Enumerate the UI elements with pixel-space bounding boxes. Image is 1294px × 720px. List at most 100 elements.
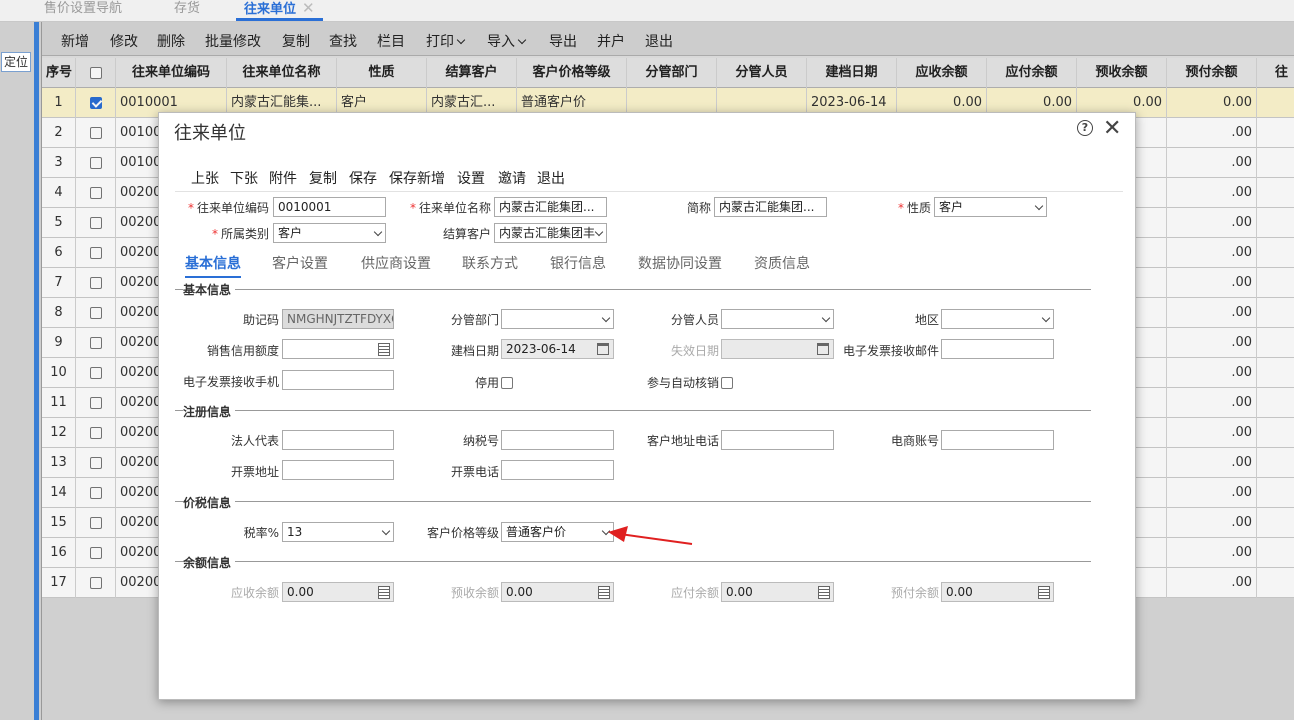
pre-receive-field[interactable]: 0.00 — [501, 582, 614, 602]
short-name-label: 简称 — [686, 201, 711, 215]
chevron-down-icon — [594, 227, 604, 237]
tab-contact[interactable]: 联系方式 — [462, 253, 518, 273]
toolbar-copy-button[interactable]: 复制 — [282, 31, 310, 51]
disabled-checkbox[interactable] — [501, 377, 513, 389]
dept-label: 分管部门 — [450, 313, 499, 327]
required-mark: * — [409, 201, 416, 215]
tab-price-setting-nav[interactable]: 售价设置导航 — [44, 0, 122, 21]
dialog-exit-button[interactable]: 退出 — [537, 168, 565, 188]
category-select[interactable]: 客户 — [273, 223, 386, 243]
legal-rep-field[interactable] — [282, 430, 394, 450]
calculator-icon[interactable] — [378, 343, 390, 356]
toolbar-print-button[interactable]: 打印 — [426, 31, 466, 51]
toolbar-import-button[interactable]: 导入 — [487, 31, 527, 51]
invoice-phone-field[interactable] — [501, 460, 614, 480]
splitter-bar[interactable] — [34, 22, 39, 720]
settle-customer-label: 结算客户 — [442, 227, 491, 241]
ar-balance-field[interactable]: 0.00 — [282, 582, 394, 602]
nature-select[interactable]: 客户 — [934, 197, 1047, 217]
short-name-field[interactable]: 内蒙古汇能集团... — [714, 197, 827, 217]
close-icon[interactable]: ✕ — [1103, 116, 1121, 141]
auto-writeoff-checkbox[interactable] — [721, 377, 733, 389]
tab-basic-info[interactable]: 基本信息 — [185, 253, 241, 278]
tax-number-field[interactable] — [501, 430, 614, 450]
settle-customer-select[interactable]: 内蒙古汇能集团丰 — [494, 223, 607, 243]
expire-date-field[interactable] — [721, 339, 834, 359]
dept-select[interactable] — [501, 309, 614, 329]
code-field[interactable]: 0010001 — [273, 197, 386, 217]
expire-date-label: 失效日期 — [670, 344, 719, 358]
section-divider — [175, 410, 1091, 411]
code-label: * 往来单位编码 — [179, 199, 269, 216]
toolbar-add-button[interactable]: 新增 — [61, 31, 89, 51]
section-register-info: 注册信息 — [183, 403, 236, 420]
next-record-button[interactable]: 下张 — [230, 168, 258, 188]
close-tab-icon[interactable]: ✕ — [302, 0, 315, 17]
locate-button[interactable]: 定位 — [1, 52, 31, 72]
calendar-icon[interactable] — [817, 343, 829, 355]
document-tabs: 售价设置导航 存货 往来单位 ✕ — [0, 0, 1294, 22]
settings-button[interactable]: 设置 — [457, 168, 485, 188]
print-label: 打印 — [426, 34, 454, 50]
save-and-new-button[interactable]: 保存新增 — [389, 168, 445, 188]
dialog-copy-button[interactable]: 复制 — [309, 168, 337, 188]
price-level-select[interactable]: 普通客户价 — [501, 522, 614, 542]
toolbar-batch-edit-button[interactable]: 批量修改 — [205, 31, 261, 51]
pre-pay-field[interactable]: 0.00 — [941, 582, 1054, 602]
toolbar-edit-button[interactable]: 修改 — [110, 31, 138, 51]
import-label: 导入 — [487, 34, 515, 50]
toolbar-columns-button[interactable]: 栏目 — [377, 31, 405, 51]
tab-data-sync[interactable]: 数据协同设置 — [638, 253, 722, 273]
disabled-label: 停用 — [474, 376, 499, 390]
ap-balance-field[interactable]: 0.00 — [721, 582, 834, 602]
tab-business-unit[interactable]: 往来单位 ✕ — [236, 0, 323, 21]
invoice-address-field[interactable] — [282, 460, 394, 480]
tab-customer-settings[interactable]: 客户设置 — [272, 253, 328, 273]
credit-field[interactable] — [282, 339, 394, 359]
name-field[interactable]: 内蒙古汇能集团... — [494, 197, 607, 217]
invite-button[interactable]: 邀请 — [498, 168, 526, 188]
tax-rate-value: 13 — [287, 525, 303, 539]
person-select[interactable] — [721, 309, 834, 329]
ecommerce-account-field[interactable] — [941, 430, 1054, 450]
toolbar-exit-button[interactable]: 退出 — [645, 31, 673, 51]
invoice-address-label: 开票地址 — [230, 465, 279, 479]
chevron-down-icon — [601, 313, 611, 323]
ecommerce-account-label: 电商账号 — [890, 434, 939, 448]
help-icon[interactable]: ? — [1077, 120, 1093, 136]
toolbar-find-button[interactable]: 查找 — [329, 31, 357, 51]
toolbar-delete-button[interactable]: 删除 — [157, 31, 185, 51]
tab-supplier-settings[interactable]: 供应商设置 — [361, 253, 431, 273]
arrow-head — [608, 526, 628, 542]
einvoice-phone-field[interactable] — [282, 370, 394, 390]
einvoice-email-field[interactable] — [941, 339, 1054, 359]
section-divider — [175, 501, 1091, 502]
main-toolbar: 新增 修改 删除 批量修改 复制 查找 栏目 打印 导入 导出 并户 退出 — [42, 22, 1294, 56]
prev-record-button[interactable]: 上张 — [191, 168, 219, 188]
tab-bank-info[interactable]: 银行信息 — [550, 253, 606, 273]
created-date-field[interactable]: 2023-06-14 — [501, 339, 614, 359]
dialog-save-button[interactable]: 保存 — [349, 168, 377, 188]
required-mark: * — [187, 201, 194, 215]
toolbar-export-button[interactable]: 导出 — [549, 31, 577, 51]
price-level-label: 客户价格等级 — [426, 526, 499, 540]
settle-customer-value: 内蒙古汇能集团丰 — [499, 226, 596, 240]
nature-select-value: 客户 — [939, 200, 964, 214]
name-label-text: 往来单位名称 — [418, 201, 491, 215]
legal-rep-label: 法人代表 — [230, 434, 279, 448]
tax-rate-select[interactable]: 13 — [282, 522, 394, 542]
tab-qualification[interactable]: 资质信息 — [754, 253, 810, 273]
tab-inventory[interactable]: 存货 — [174, 0, 200, 21]
attachment-button[interactable]: 附件 — [269, 168, 297, 188]
required-mark: * — [897, 201, 904, 215]
toolbar-merge-button[interactable]: 并户 — [597, 31, 625, 51]
mnemonic-field[interactable]: NMGHNJTZTFDYXG — [282, 309, 394, 329]
region-select[interactable] — [941, 309, 1054, 329]
customer-address-field[interactable] — [721, 430, 834, 450]
calendar-icon[interactable] — [597, 343, 609, 355]
category-label-text: 所属类别 — [220, 227, 269, 241]
chevron-down-icon — [517, 35, 527, 45]
calculator-icon — [598, 586, 610, 599]
pre-pay-label: 预付余额 — [890, 586, 939, 600]
toolbar-divider — [175, 191, 1123, 192]
